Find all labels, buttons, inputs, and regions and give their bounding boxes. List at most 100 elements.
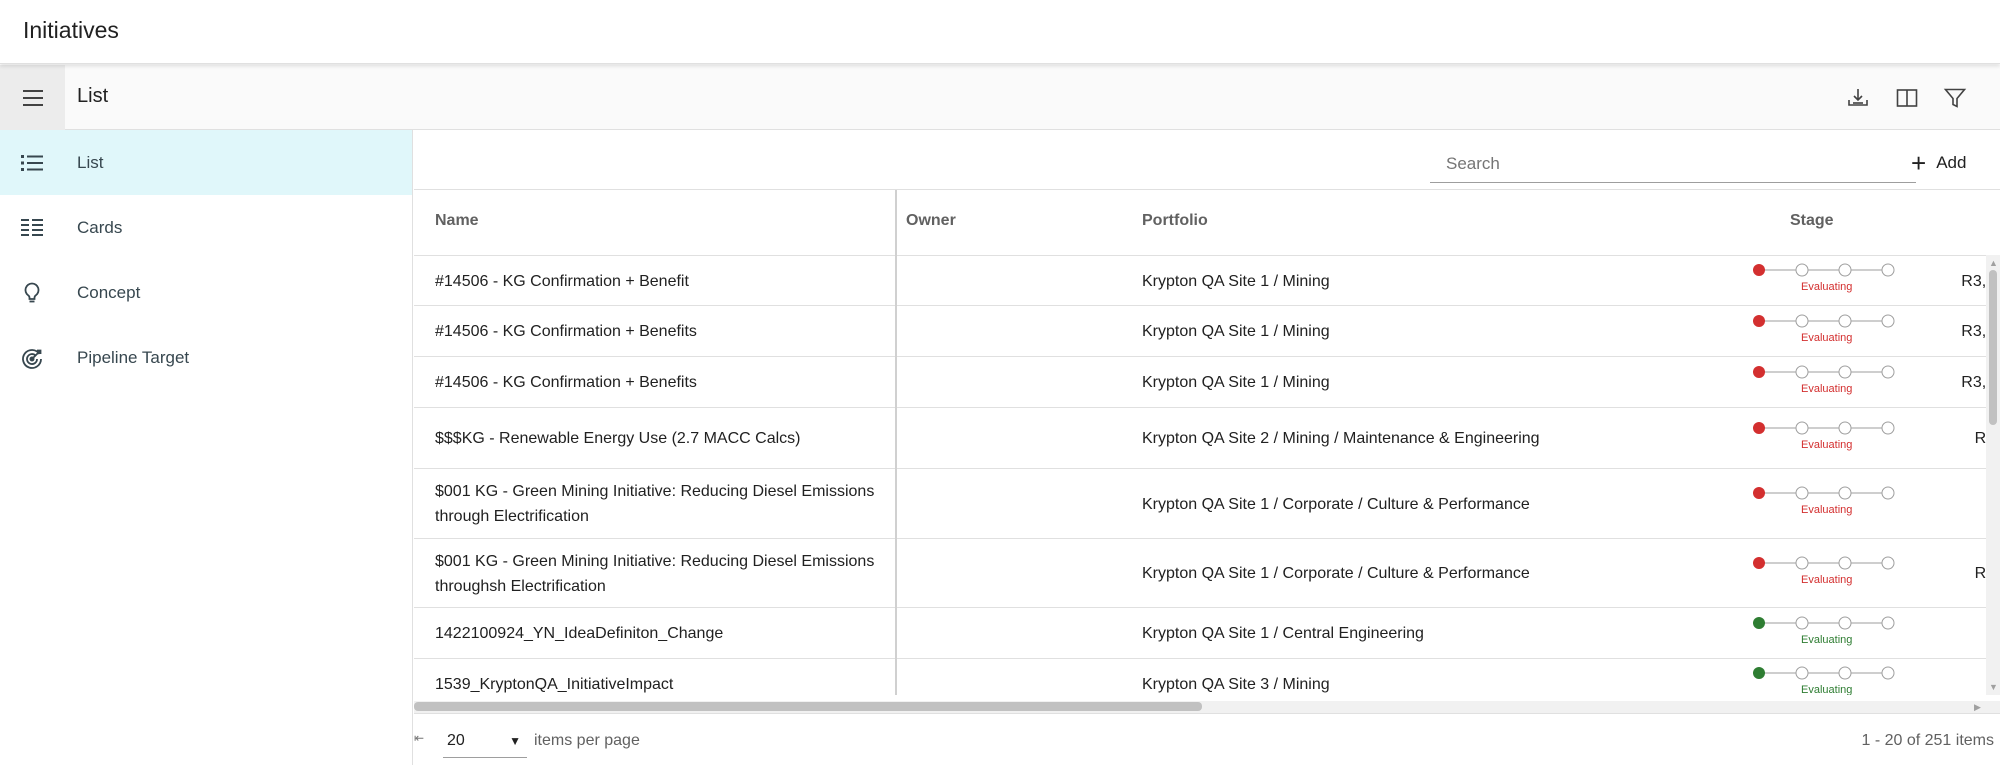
view-title: List	[77, 85, 109, 107]
scroll-up-arrow-icon[interactable]: ▲	[1989, 258, 1998, 268]
page-title: Initiatives	[23, 17, 119, 43]
name-cell[interactable]: $001 KG - Green Mining Initiative: Reduc…	[435, 549, 890, 599]
hamburger-menu-button[interactable]	[0, 65, 65, 130]
stage-label: Evaluating	[1801, 383, 1853, 395]
portfolio-cell: Krypton QA Site 1 / Mining	[1142, 323, 1330, 340]
export-button[interactable]	[1843, 83, 1873, 113]
add-button-label: Add	[1936, 153, 1967, 172]
name-cell[interactable]: $001 KG - Green Mining Initiative: Reduc…	[435, 479, 890, 529]
columns-button[interactable]	[1892, 83, 1922, 113]
sidebar: List Cards Concept Pipeline Target	[0, 130, 413, 765]
plus-icon: +	[1911, 148, 1927, 178]
stage-progress-icon	[1753, 365, 1895, 379]
scroll-down-arrow-icon[interactable]: ▼	[1989, 682, 1998, 692]
filter-funnel-icon	[1943, 88, 1967, 108]
stage-progress-icon	[1753, 666, 1895, 680]
name-cell[interactable]: $$$KG - Renewable Energy Use (2.7 MACC C…	[435, 426, 890, 451]
sidebar-item-label: Cards	[77, 217, 123, 237]
download-tray-icon	[1848, 89, 1868, 106]
stage-stepper: Evaluating	[1739, 482, 1899, 526]
owner-cell	[897, 357, 1067, 407]
table-row[interactable]: #14506 - KG Confirmation + Benefits Krypt…	[414, 357, 2000, 408]
stage-label: Evaluating	[1801, 332, 1853, 344]
sidebar-item-list[interactable]: List	[0, 130, 412, 195]
pager: ⇤ 20 ▼ items per page 1 - 20 of 251 item…	[414, 713, 2000, 765]
name-cell[interactable]: #14506 - KG Confirmation + Benefits	[435, 319, 890, 344]
target-icon	[22, 349, 42, 369]
owner-cell	[897, 306, 1067, 356]
table-row[interactable]: $001 KG - Green Mining Initiative: Reduc…	[414, 469, 2000, 539]
sidebar-item-concept[interactable]: Concept	[0, 260, 412, 325]
stage-progress-icon	[1753, 616, 1895, 630]
page-size-select[interactable]: 20 ▼	[443, 722, 527, 758]
table-row[interactable]: #14506 - KG Confirmation + Benefits Krypt…	[414, 306, 2000, 357]
frozen-column-divider	[895, 190, 897, 695]
stage-stepper: Evaluating	[1739, 662, 1899, 695]
table-row[interactable]: 1539_KryptonQA_InitiativeImpact Krypton Q…	[414, 659, 2000, 695]
stage-stepper: Evaluating	[1739, 612, 1899, 656]
stage-stepper: Evaluating	[1739, 417, 1899, 461]
stage-progress-icon	[1753, 421, 1895, 435]
stage-stepper: Evaluating	[1739, 310, 1899, 354]
stage-progress-icon	[1753, 263, 1895, 277]
scroll-right-arrow-icon[interactable]: ▶	[1974, 702, 1981, 713]
name-cell[interactable]: 1422100924_YN_IdeaDefiniton_Change	[435, 621, 890, 646]
name-cell[interactable]: #14506 - KG Confirmation + Benefits	[435, 370, 890, 395]
app-title-bar: Initiatives	[0, 0, 2000, 64]
sidebar-item-label: Pipeline Target	[77, 347, 190, 367]
lightbulb-icon	[24, 282, 40, 303]
owner-cell	[897, 659, 1067, 695]
sidebar-item-pipeline-target[interactable]: Pipeline Target	[0, 325, 412, 390]
owner-cell	[897, 256, 1067, 305]
portfolio-cell: Krypton QA Site 1 / Central Engineering	[1142, 625, 1424, 642]
portfolio-cell: Krypton QA Site 1 / Corporate / Culture …	[1142, 496, 1530, 513]
stage-label: Evaluating	[1801, 574, 1853, 586]
list-icon	[21, 155, 43, 171]
items-per-page-label: items per page	[534, 732, 640, 749]
portfolio-cell: Krypton QA Site 2 / Mining / Maintenance…	[1142, 430, 1540, 447]
view-header: List	[0, 65, 2000, 130]
cards-icon	[21, 219, 43, 236]
vertical-scroll-thumb[interactable]	[1989, 270, 1997, 425]
initiatives-grid: Name Owner Portfolio Stage #14506 - KG C…	[414, 189, 2000, 695]
stage-label: Evaluating	[1801, 281, 1853, 293]
stage-stepper: Evaluating	[1739, 361, 1899, 405]
stage-label: Evaluating	[1801, 634, 1853, 646]
name-cell[interactable]: 1539_KryptonQA_InitiativeImpact	[435, 672, 890, 695]
column-header-stage[interactable]: Stage	[1790, 212, 1834, 230]
search-box	[1430, 145, 1916, 183]
owner-cell	[897, 539, 1067, 607]
first-page-icon[interactable]: ⇤	[414, 731, 424, 745]
column-header-owner[interactable]: Owner	[906, 212, 956, 230]
name-cell[interactable]: #14506 - KG Confirmation + Benefit	[435, 269, 890, 294]
sidebar-item-label: Concept	[77, 282, 141, 302]
table-row[interactable]: $$$KG - Renewable Energy Use (2.7 MACC C…	[414, 408, 2000, 469]
hamburger-icon	[22, 89, 43, 106]
chevron-down-icon: ▼	[509, 734, 521, 748]
horizontal-scroll-thumb[interactable]	[414, 702, 1202, 711]
columns-icon	[1896, 89, 1918, 107]
search-input[interactable]	[1430, 145, 1916, 182]
page-size-value: 20	[447, 732, 465, 749]
portfolio-cell: Krypton QA Site 1 / Mining	[1142, 273, 1330, 290]
column-header-name[interactable]: Name	[435, 212, 479, 230]
owner-cell	[897, 608, 1067, 658]
sidebar-item-cards[interactable]: Cards	[0, 195, 412, 260]
table-row[interactable]: 1422100924_YN_IdeaDefiniton_Change Krypto…	[414, 608, 2000, 659]
stage-progress-icon	[1753, 486, 1895, 500]
stage-progress-icon	[1753, 556, 1895, 570]
table-row[interactable]: #14506 - KG Confirmation + Benefit Krypto…	[414, 256, 2000, 306]
filter-button[interactable]	[1940, 83, 1970, 113]
stage-progress-icon	[1753, 314, 1895, 328]
stage-label: Evaluating	[1801, 439, 1853, 451]
add-button[interactable]: + Add	[1911, 145, 1966, 181]
grid-header: Name Owner Portfolio Stage	[414, 190, 2000, 256]
portfolio-cell: Krypton QA Site 3 / Mining	[1142, 676, 1330, 693]
portfolio-cell: Krypton QA Site 1 / Corporate / Culture …	[1142, 565, 1530, 582]
stage-stepper: Evaluating	[1739, 259, 1899, 303]
table-row[interactable]: $001 KG - Green Mining Initiative: Reduc…	[414, 539, 2000, 608]
stage-stepper: Evaluating	[1739, 552, 1899, 596]
column-header-portfolio[interactable]: Portfolio	[1142, 212, 1208, 230]
portfolio-cell: Krypton QA Site 1 / Mining	[1142, 374, 1330, 391]
stage-label: Evaluating	[1801, 504, 1853, 516]
